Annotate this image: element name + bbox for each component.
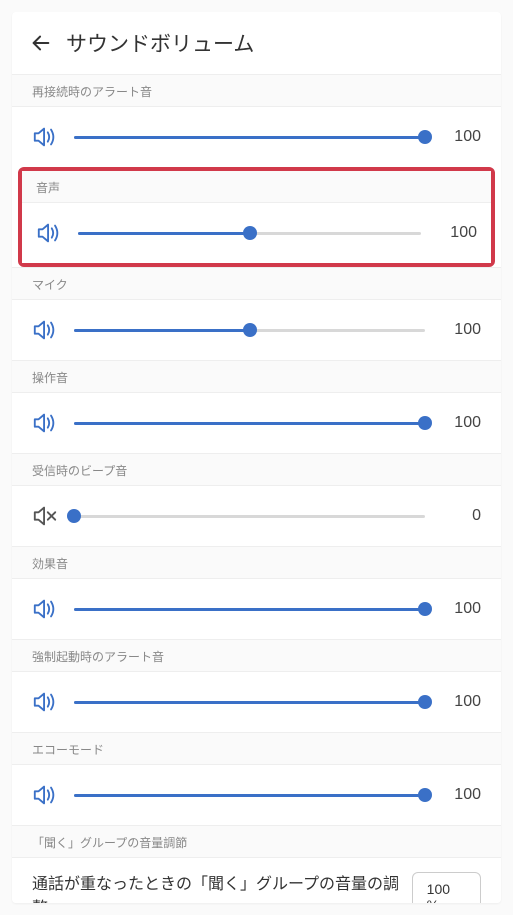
volume-slider[interactable]	[74, 506, 425, 526]
slider-fill	[74, 422, 425, 425]
slider-row: 100	[22, 203, 491, 263]
slider-section-label: 操作音	[12, 360, 501, 393]
slider-value: 100	[441, 786, 481, 804]
speaker-icon	[32, 783, 58, 807]
slider-row: 100	[12, 765, 501, 825]
slider-value: 100	[441, 128, 481, 146]
slider-track	[74, 515, 425, 518]
speaker-icon	[32, 597, 58, 621]
volume-slider[interactable]	[74, 692, 425, 712]
slider-fill	[74, 608, 425, 611]
speaker-icon	[32, 318, 58, 342]
slider-value: 100	[437, 224, 477, 242]
slider-row: 100	[12, 300, 501, 360]
slider-fill	[78, 232, 250, 235]
slider-thumb[interactable]	[418, 130, 432, 144]
slider-row: 0	[12, 486, 501, 546]
group-volume-text: 通話が重なったときの「聞く」グループの音量の調整	[32, 873, 412, 903]
slider-thumb[interactable]	[243, 226, 257, 240]
speaker-icon	[32, 690, 58, 714]
volume-slider[interactable]	[74, 127, 425, 147]
slider-thumb[interactable]	[243, 323, 257, 337]
volume-slider[interactable]	[74, 785, 425, 805]
group-volume-section-label: 「聞く」グループの音量調節	[12, 825, 501, 858]
volume-slider[interactable]	[74, 320, 425, 340]
slider-thumb[interactable]	[418, 695, 432, 709]
speaker-muted-icon	[32, 504, 58, 528]
slider-section-label: 音声	[22, 171, 491, 203]
slider-thumb[interactable]	[418, 416, 432, 430]
header: サウンドボリューム	[12, 12, 501, 74]
slider-value: 100	[441, 321, 481, 339]
slider-fill	[74, 701, 425, 704]
slider-row: 100	[12, 579, 501, 639]
slider-thumb[interactable]	[67, 509, 81, 523]
group-volume-row: 通話が重なったときの「聞く」グループの音量の調整 100 %	[12, 858, 501, 903]
slider-row: 100	[12, 672, 501, 732]
slider-section-label: 再接続時のアラート音	[12, 74, 501, 107]
slider-row: 100	[12, 393, 501, 453]
speaker-icon	[32, 125, 58, 149]
slider-section-label: エコーモード	[12, 732, 501, 765]
back-arrow-icon[interactable]	[30, 32, 52, 54]
slider-value: 100	[441, 414, 481, 432]
group-volume-percent-button[interactable]: 100 %	[412, 872, 481, 903]
slider-section-label: 効果音	[12, 546, 501, 579]
volume-slider[interactable]	[78, 223, 421, 243]
slider-section-label: 受信時のビープ音	[12, 453, 501, 486]
slider-fill	[74, 136, 425, 139]
page-title: サウンドボリューム	[66, 28, 254, 58]
slider-fill	[74, 794, 425, 797]
speaker-icon	[32, 411, 58, 435]
speaker-icon	[36, 221, 62, 245]
slider-thumb[interactable]	[418, 788, 432, 802]
slider-value: 100	[441, 600, 481, 618]
slider-value: 0	[441, 507, 481, 525]
volume-slider[interactable]	[74, 413, 425, 433]
slider-section-label: 強制起動時のアラート音	[12, 639, 501, 672]
slider-value: 100	[441, 693, 481, 711]
slider-section-label: マイク	[12, 267, 501, 300]
slider-fill	[74, 329, 250, 332]
volume-slider[interactable]	[74, 599, 425, 619]
slider-row: 100	[12, 107, 501, 167]
highlighted-slider: 音声 100	[18, 167, 495, 267]
slider-thumb[interactable]	[418, 602, 432, 616]
